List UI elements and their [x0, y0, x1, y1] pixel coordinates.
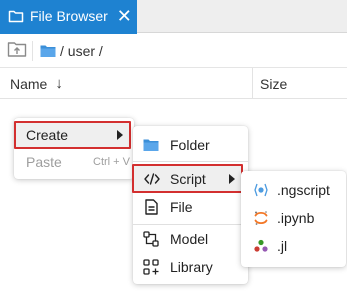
code-icon: [144, 171, 160, 187]
column-size-label: Size: [260, 75, 288, 92]
tab-file-browser[interactable]: File Browser ✕: [0, 0, 137, 34]
shortcut-label: Ctrl + V: [93, 156, 130, 168]
folder-up-icon: [7, 40, 27, 63]
arrow-down-icon: ↓: [55, 75, 63, 92]
menu-item-label: .ngscript: [277, 182, 330, 198]
jupyter-icon: [253, 210, 269, 226]
script-submenu: .ngscript .ipynb .jl: [241, 171, 346, 267]
tab-bar: File Browser ✕: [0, 0, 347, 34]
model-icon: [143, 231, 159, 247]
chevron-right-icon: [229, 173, 235, 184]
menu-item-jl[interactable]: .jl: [241, 232, 346, 260]
file-icon: [143, 199, 159, 215]
menu-item-label: Paste: [26, 154, 62, 170]
ngscript-icon: [253, 182, 269, 198]
menu-item-library[interactable]: Library: [133, 253, 248, 281]
toolbar-divider: [32, 41, 33, 61]
menu-item-label: Model: [170, 231, 209, 247]
folder-icon: [40, 44, 56, 58]
folder-icon: [8, 8, 24, 24]
tab-title: File Browser: [30, 8, 108, 24]
folder-icon: [143, 137, 159, 153]
column-name[interactable]: Name ↓: [10, 68, 63, 99]
menu-item-ngscript[interactable]: .ngscript: [241, 176, 346, 204]
menu-item-label: Folder: [170, 137, 210, 153]
menu-item-script[interactable]: Script: [132, 164, 243, 193]
close-icon[interactable]: ✕: [117, 7, 132, 25]
julia-icon: [253, 238, 269, 254]
toolbar: / user /: [0, 34, 347, 68]
column-size[interactable]: Size: [260, 68, 287, 99]
menu-divider: [133, 161, 248, 162]
library-icon: [143, 259, 159, 275]
menu-item-model[interactable]: Model: [133, 225, 248, 253]
breadcrumb-path[interactable]: / user /: [60, 43, 103, 59]
column-divider[interactable]: [252, 68, 253, 99]
menu-item-label: Create: [26, 127, 69, 143]
create-submenu: Folder Script File Model Library: [132, 126, 248, 284]
column-header: Name ↓ Size: [0, 68, 347, 99]
menu-item-ipynb[interactable]: .ipynb: [241, 204, 346, 232]
chevron-right-icon: [117, 130, 123, 140]
folder-up-button[interactable]: [6, 41, 28, 61]
menu-item-create[interactable]: Create: [14, 121, 131, 149]
menu-item-paste[interactable]: Paste Ctrl + V: [14, 150, 134, 174]
menu-item-label: Library: [170, 259, 213, 275]
menu-item-label: File: [170, 199, 193, 215]
column-name-label: Name: [10, 75, 48, 92]
menu-item-folder[interactable]: Folder: [133, 131, 248, 159]
menu-item-label: Script: [170, 170, 206, 187]
menu-item-label: .ipynb: [277, 210, 315, 226]
breadcrumb[interactable]: / user /: [40, 34, 103, 68]
context-menu: Create Paste Ctrl + V: [14, 118, 134, 179]
menu-item-label: .jl: [277, 238, 288, 254]
menu-item-file[interactable]: File: [133, 193, 248, 221]
